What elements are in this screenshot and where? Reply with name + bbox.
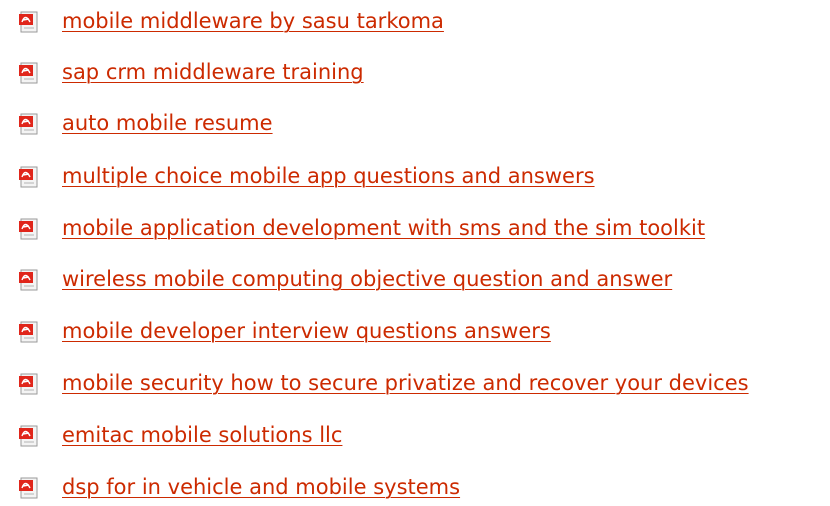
pdf-link[interactable]: auto mobile resume — [62, 108, 273, 138]
pdf-link[interactable]: dsp for in vehicle and mobile systems — [62, 472, 460, 502]
pdf-link[interactable]: mobile middleware by sasu tarkoma — [62, 6, 444, 36]
pdf-file-icon — [19, 113, 38, 135]
list-item: dsp for in vehicle and mobile systems — [0, 470, 830, 506]
list-item: wireless mobile computing objective ques… — [0, 262, 830, 298]
list-item: mobile middleware by sasu tarkoma — [0, 4, 830, 40]
pdf-file-icon — [19, 269, 38, 291]
list-item: emitac mobile solutions llc — [0, 418, 830, 454]
pdf-file-icon — [19, 321, 38, 343]
list-item: mobile application development with sms … — [0, 211, 830, 247]
pdf-link[interactable]: mobile developer interview questions ans… — [62, 316, 551, 346]
list-item: auto mobile resume — [0, 106, 830, 142]
pdf-file-icon — [19, 11, 38, 33]
pdf-link[interactable]: sap crm middleware training — [62, 57, 364, 87]
pdf-link[interactable]: mobile application development with sms … — [62, 213, 705, 243]
pdf-link[interactable]: wireless mobile computing objective ques… — [62, 264, 672, 294]
pdf-link[interactable]: multiple choice mobile app questions and… — [62, 161, 595, 191]
pdf-file-icon — [19, 425, 38, 447]
pdf-link[interactable]: emitac mobile solutions llc — [62, 420, 342, 450]
pdf-file-icon — [19, 62, 38, 84]
pdf-file-icon — [19, 218, 38, 240]
pdf-file-icon — [19, 166, 38, 188]
list-item: mobile developer interview questions ans… — [0, 314, 830, 350]
pdf-file-icon — [19, 477, 38, 499]
list-item: multiple choice mobile app questions and… — [0, 159, 830, 195]
list-item: sap crm middleware training — [0, 55, 830, 91]
pdf-link[interactable]: mobile security how to secure privatize … — [62, 368, 749, 398]
pdf-file-icon — [19, 373, 38, 395]
list-item: mobile security how to secure privatize … — [0, 366, 830, 402]
